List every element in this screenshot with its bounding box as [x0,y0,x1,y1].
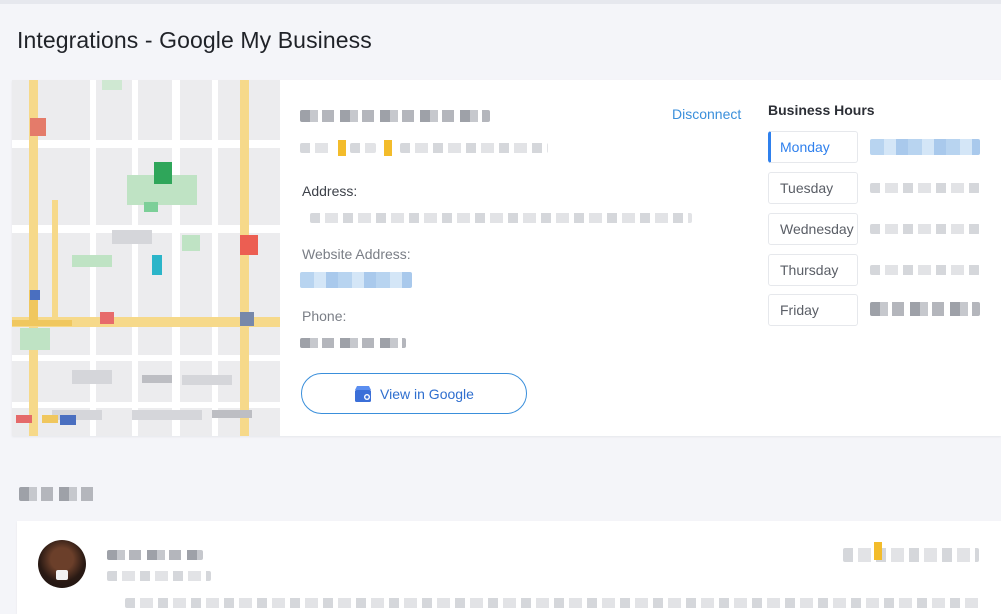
tuesday-hours-redacted [870,183,980,193]
review-card [17,521,1001,614]
address-value-redacted [310,213,692,223]
star-icon [384,140,392,156]
wednesday-hours-redacted [870,224,980,234]
business-rating-redacted [300,140,550,156]
day-thursday[interactable]: Thursday [768,254,858,286]
rating-text-redacted [300,143,330,153]
review-text-redacted [125,598,981,608]
reviews-heading-redacted [19,487,97,501]
day-tuesday[interactable]: Tuesday [768,172,858,204]
disconnect-link[interactable]: Disconnect [672,106,741,122]
rating-text-redacted [350,143,376,153]
day-friday[interactable]: Friday [768,294,858,326]
thursday-hours-redacted [870,265,980,275]
page-title: Integrations - Google My Business [17,27,372,53]
view-in-google-button[interactable]: View in Google [301,373,527,414]
day-monday[interactable]: Monday [768,131,858,163]
google-my-business-icon [355,385,372,402]
category-text-redacted [400,143,548,153]
website-label: Website Address: [302,246,411,262]
map-thumbnail[interactable] [12,80,280,436]
star-icon [874,542,882,560]
business-card: Disconnect Address: Website Address: Pho… [12,80,1001,436]
map-image [12,80,280,436]
review-rating-redacted [843,548,979,562]
avatar [38,540,86,588]
monday-hours-redacted [870,139,980,155]
business-name-redacted [300,110,490,122]
day-wednesday[interactable]: Wednesday [768,213,858,245]
business-hours-title: Business Hours [768,102,875,118]
top-border [0,0,1001,4]
phone-label: Phone: [302,308,347,324]
phone-value-redacted [300,338,406,348]
friday-hours-redacted [870,302,980,316]
address-label: Address: [302,183,358,199]
view-in-google-label: View in Google [380,385,474,402]
reviewer-name-redacted [107,550,203,560]
website-value-redacted[interactable] [300,272,412,288]
star-icon [338,140,346,156]
review-date-redacted [107,571,211,581]
